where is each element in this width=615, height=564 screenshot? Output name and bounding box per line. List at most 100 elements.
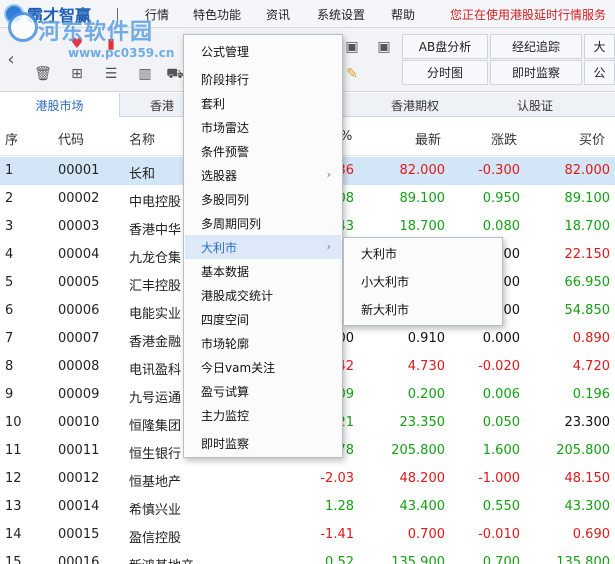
- ctx-market-profile[interactable]: 市场轮廓: [185, 331, 341, 355]
- favorite-heart-icon[interactable]: ♥: [68, 36, 86, 52]
- cell-seq: 12: [5, 471, 22, 486]
- big-button[interactable]: 大: [584, 34, 615, 59]
- ctx-multi-period[interactable]: 多周期同列: [185, 211, 341, 235]
- cell-name: 电能实业: [129, 307, 182, 322]
- cell-bid: 89.100: [564, 191, 611, 206]
- layout-rows-icon[interactable]: ☰: [102, 66, 120, 82]
- kline-chart-icon[interactable]: ▮: [102, 36, 120, 52]
- cell-code: 00010: [58, 415, 100, 430]
- cell-last: 43.400: [399, 499, 446, 514]
- header-last[interactable]: 最新: [415, 129, 441, 148]
- cell-change: 0.006: [482, 387, 520, 402]
- cell-name: 中电控股: [129, 195, 182, 210]
- cell-code: 00001: [58, 163, 100, 178]
- header-bid[interactable]: 买价: [579, 129, 605, 148]
- ctx-pnl-calc[interactable]: 盈亏试算: [185, 379, 341, 403]
- ctx-main-monitor[interactable]: 主力监控: [185, 403, 341, 427]
- menu-help[interactable]: 帮助: [391, 6, 415, 23]
- ctx-item-label: 大利市: [201, 240, 238, 255]
- header-seq[interactable]: 序: [5, 129, 18, 148]
- cell-seq: 4: [5, 247, 14, 262]
- ctx-big-profit[interactable]: 大利市 ›: [185, 235, 341, 259]
- ctx-instant-monitor[interactable]: 即时监察: [185, 431, 341, 455]
- ctx-market-radar[interactable]: 市场雷达: [185, 115, 341, 139]
- ctx-item-label: 主力监控: [201, 408, 250, 423]
- ctx-stage-ranking[interactable]: 阶段排行: [185, 67, 341, 91]
- header-code[interactable]: 代码: [58, 129, 84, 148]
- tab-hk-options[interactable]: 香港期权: [360, 93, 470, 117]
- menu-settings[interactable]: 系统设置: [317, 6, 365, 23]
- cell-seq: 8: [5, 359, 14, 374]
- ctx-multi-stock[interactable]: 多股同列: [185, 187, 341, 211]
- table-row[interactable]: 15 00016 新鸿基地产 0.52 135.900 0.700 135.800: [0, 549, 615, 564]
- cart-icon[interactable]: ⛟: [166, 66, 184, 82]
- submenu-big-profit[interactable]: 大利市: [345, 240, 501, 266]
- public-button[interactable]: 公: [584, 60, 615, 85]
- ctx-item-label: 套利: [201, 96, 226, 111]
- cell-seq: 15: [5, 555, 22, 564]
- table-row[interactable]: 14 00015 盈信控股 -1.41 0.700 -0.010 0.690: [0, 521, 615, 549]
- save-icon[interactable]: ▣: [343, 39, 361, 55]
- layout-columns-icon[interactable]: ▥: [136, 66, 154, 82]
- delete-icon[interactable]: 🗑: [34, 66, 52, 82]
- tab-hk-market[interactable]: 港股市场: [0, 93, 120, 117]
- cell-name: 希慎兴业: [129, 503, 182, 518]
- cell-change: 1.600: [482, 443, 520, 458]
- ctx-item-label: 盈亏试算: [201, 384, 250, 399]
- pencil-icon[interactable]: ✎: [343, 66, 361, 82]
- cell-last: 0.200: [407, 387, 445, 402]
- cell-change: 0.550: [482, 499, 520, 514]
- cell-pct: 1.28: [325, 499, 354, 514]
- cell-seq: 7: [5, 331, 14, 346]
- save-all-icon[interactable]: ▣: [375, 39, 393, 55]
- ab-analysis-button[interactable]: AB盘分析: [402, 34, 488, 59]
- ctx-four-dimension[interactable]: 四度空间: [185, 307, 341, 331]
- ctx-item-label: 基本数据: [201, 264, 250, 279]
- menu-market[interactable]: 行情: [145, 6, 169, 23]
- cell-bid: 18.700: [564, 219, 611, 234]
- ctx-condition-alert[interactable]: 条件预警: [185, 139, 341, 163]
- cell-name: 新鸿基地产: [129, 555, 194, 564]
- ctx-item-label: 今日vam关注: [201, 360, 276, 375]
- submenu-new-big-profit[interactable]: 新大利市: [345, 296, 501, 322]
- cell-change: 0.000: [482, 331, 520, 346]
- ctx-formula-manage[interactable]: 公式管理: [185, 39, 341, 63]
- instant-monitor-button[interactable]: 即时监察: [490, 60, 582, 85]
- cell-seq: 6: [5, 303, 14, 318]
- cell-seq: 10: [5, 415, 22, 430]
- timeshare-chart-button[interactable]: 分时图: [402, 60, 488, 85]
- app-title-text: 霸才智赢: [27, 6, 92, 25]
- cell-bid: 23.300: [564, 415, 611, 430]
- ctx-hk-turnover-stats[interactable]: 港股成交统计: [185, 283, 341, 307]
- cell-change: 0.050: [482, 415, 520, 430]
- table-row[interactable]: 13 00014 希慎兴业 1.28 43.400 0.550 43.300: [0, 493, 615, 521]
- menu-bar: 霸才智赢 行情 特色功能 资讯 系统设置 帮助 您正在使用港股延时行情服务: [0, 0, 615, 28]
- table-row[interactable]: 12 00012 恒基地产 -2.03 48.200 -1.000 48.150: [0, 465, 615, 493]
- cell-seq: 14: [5, 527, 22, 542]
- cell-code: 00007: [58, 331, 100, 346]
- submenu-small-big-profit[interactable]: 小大利市: [345, 268, 501, 294]
- cell-code: 00005: [58, 275, 100, 290]
- back-arrow-icon[interactable]: ‹: [2, 51, 20, 69]
- ctx-item-label: 市场轮廓: [201, 336, 250, 351]
- ctx-arbitrage[interactable]: 套利: [185, 91, 341, 115]
- broker-track-button[interactable]: 经纪追踪: [490, 34, 582, 59]
- cell-change: 0.950: [482, 191, 520, 206]
- delay-notice: 您正在使用港股延时行情服务: [450, 8, 607, 22]
- add-window-icon[interactable]: ⊞: [68, 66, 86, 82]
- cell-name: 九号运通: [129, 391, 182, 406]
- cell-name: 恒隆集团: [129, 419, 182, 434]
- tab-warrants[interactable]: 认股证: [470, 93, 600, 117]
- cell-code: 00009: [58, 387, 100, 402]
- ctx-today-vam[interactable]: 今日vam关注: [185, 355, 341, 379]
- header-name[interactable]: 名称: [129, 129, 155, 148]
- ctx-item-label: 四度空间: [201, 312, 250, 327]
- header-change[interactable]: 涨跌: [491, 129, 517, 148]
- ctx-basic-data[interactable]: 基本数据: [185, 259, 341, 283]
- cell-code: 00011: [58, 443, 100, 458]
- ctx-stock-picker[interactable]: 选股器 ›: [185, 163, 341, 187]
- cell-seq: 3: [5, 219, 14, 234]
- menu-news[interactable]: 资讯: [266, 6, 290, 23]
- menu-features[interactable]: 特色功能: [193, 6, 241, 23]
- tab-hk[interactable]: 香港: [140, 93, 184, 117]
